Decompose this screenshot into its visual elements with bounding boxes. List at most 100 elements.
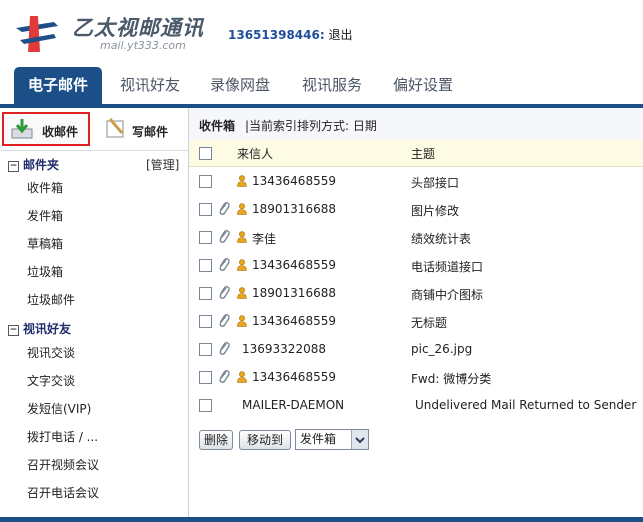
mail-subject[interactable]: pic_26.jpg xyxy=(411,342,472,356)
mail-subject[interactable]: 商铺中介图标 xyxy=(411,286,483,303)
tab-video-service[interactable]: 视讯服务 xyxy=(292,67,372,104)
receive-mail-icon xyxy=(11,119,33,139)
main-tabs: 电子邮件 视讯好友 录像网盘 视讯服务 偏好设置 xyxy=(0,62,643,108)
logo-title: 乙太视邮通讯 xyxy=(72,16,204,40)
user-area: 13651398446: 退出 xyxy=(228,26,353,43)
mail-subject[interactable]: 图片修改 xyxy=(411,202,459,219)
mail-row[interactable]: 13436468559 头部接口 xyxy=(189,167,643,195)
sidebar-item-video-conference[interactable]: 召开视频会议 xyxy=(27,456,99,473)
row-checkbox[interactable] xyxy=(199,371,212,384)
column-header: 来信人 主题 xyxy=(189,140,643,167)
mail-subject[interactable]: 绩效统计表 xyxy=(411,230,471,247)
sidebar-item-call[interactable]: 拨打电话 / ... xyxy=(27,428,98,445)
delete-button[interactable]: 删除 xyxy=(199,430,233,450)
chevron-down-icon xyxy=(351,430,368,449)
compose-mail-button[interactable]: 写邮件 xyxy=(96,114,184,144)
mail-row[interactable]: 13436468559 无标题 xyxy=(189,307,643,335)
receive-mail-button[interactable]: 收邮件 xyxy=(2,112,90,146)
mail-subject[interactable]: 电话频道接口 xyxy=(411,258,483,275)
mail-subject[interactable]: Undelivered Mail Returned to Sender xyxy=(415,398,636,412)
user-phone: 13651398446: xyxy=(228,28,325,42)
mail-row[interactable]: 13693322088 pic_26.jpg xyxy=(189,335,643,363)
contact-icon xyxy=(237,259,247,271)
row-checkbox[interactable] xyxy=(199,399,212,412)
friends-header[interactable]: − 视讯好友 xyxy=(8,320,71,337)
sidebar-actions: 收邮件 写邮件 xyxy=(0,108,188,151)
contact-icon xyxy=(237,203,247,215)
mail-list-panel: 收件箱 |当前索引排列方式: 日期 来信人 主题 13436468559 头部接口… xyxy=(189,108,643,522)
attachment-icon xyxy=(218,257,230,273)
mail-subject[interactable]: Fwd: 微博分类 xyxy=(411,370,491,387)
collapse-icon: − xyxy=(8,161,19,172)
mail-row[interactable]: 13436468559 电话频道接口 xyxy=(189,251,643,279)
logout-link[interactable]: 退出 xyxy=(328,28,352,42)
attachment-icon xyxy=(218,341,230,357)
column-from: 来信人 xyxy=(237,147,274,161)
move-target-select[interactable]: 发件箱 xyxy=(295,429,369,450)
row-checkbox[interactable] xyxy=(199,287,212,300)
friends-header-label: 视讯好友 xyxy=(23,322,72,336)
receive-mail-label: 收邮件 xyxy=(42,125,79,139)
row-checkbox[interactable] xyxy=(199,259,212,272)
row-checkbox[interactable] xyxy=(199,175,212,188)
sidebar-item-spam[interactable]: 垃圾邮件 xyxy=(27,291,75,308)
header: 乙太视邮通讯 mail.yt333.com 13651398446: 退出 xyxy=(0,0,643,62)
row-checkbox[interactable] xyxy=(199,343,212,356)
attachment-icon xyxy=(218,201,230,217)
mail-row[interactable]: 李佳 绩效统计表 xyxy=(189,223,643,251)
folders-header-label: 邮件夹 xyxy=(23,158,60,172)
contact-icon xyxy=(237,231,247,243)
move-to-button[interactable]: 移动到 xyxy=(239,430,291,450)
tab-preferences[interactable]: 偏好设置 xyxy=(382,67,464,104)
bottom-bar xyxy=(0,517,643,522)
tab-video-friends[interactable]: 视讯好友 xyxy=(110,67,190,104)
select-all-checkbox[interactable] xyxy=(199,147,212,160)
mail-sender[interactable]: 13693322088 xyxy=(242,342,326,356)
manage-folders-link[interactable]: [管理] xyxy=(146,156,179,173)
mail-sender[interactable]: 13436468559 xyxy=(252,314,336,328)
contact-icon xyxy=(237,371,247,383)
mail-list-header: 收件箱 |当前索引排列方式: 日期 xyxy=(189,108,643,141)
compose-mail-label: 写邮件 xyxy=(132,125,169,139)
collapse-icon: − xyxy=(8,325,19,336)
contact-icon xyxy=(237,175,247,187)
row-checkbox[interactable] xyxy=(199,231,212,244)
row-checkbox[interactable] xyxy=(199,203,212,216)
tab-email[interactable]: 电子邮件 xyxy=(14,67,102,104)
sidebar-item-sms[interactable]: 发短信(VIP) xyxy=(27,400,91,417)
sort-info: |当前索引排列方式: 日期 xyxy=(245,119,377,133)
attachment-icon xyxy=(218,229,230,245)
mail-row[interactable]: 18901316688 图片修改 xyxy=(189,195,643,223)
sidebar-item-video-chat[interactable]: 视讯交谈 xyxy=(27,344,75,361)
attachment-icon xyxy=(218,369,230,385)
row-checkbox[interactable] xyxy=(199,315,212,328)
mail-row[interactable]: MAILER-DAEMON Undelivered Mail Returned t… xyxy=(189,391,643,419)
mail-sender[interactable]: 李佳 xyxy=(252,230,276,247)
contact-icon xyxy=(237,315,247,327)
mail-row[interactable]: 13436468559 Fwd: 微博分类 xyxy=(189,363,643,391)
mail-subject[interactable]: 头部接口 xyxy=(411,174,459,191)
sidebar: 收邮件 写邮件 − 邮件夹 [管理] 收件箱 发件箱 草稿箱 垃圾箱 垃圾邮件 −… xyxy=(0,108,189,522)
mail-sender[interactable]: 18901316688 xyxy=(252,286,336,300)
compose-mail-icon xyxy=(106,118,124,138)
mail-row[interactable]: 18901316688 商铺中介图标 xyxy=(189,279,643,307)
logo-icon xyxy=(16,16,58,52)
sidebar-item-drafts[interactable]: 草稿箱 xyxy=(27,235,63,252)
sidebar-item-trash[interactable]: 垃圾箱 xyxy=(27,263,63,280)
sidebar-item-sent[interactable]: 发件箱 xyxy=(27,207,63,224)
attachment-icon xyxy=(218,313,230,329)
logo-subtitle: mail.yt333.com xyxy=(100,39,186,52)
mail-sender[interactable]: 13436468559 xyxy=(252,258,336,272)
folders-header[interactable]: − 邮件夹 xyxy=(8,156,59,173)
mail-sender[interactable]: 18901316688 xyxy=(252,202,336,216)
mail-sender[interactable]: 13436468559 xyxy=(252,174,336,188)
sidebar-item-inbox[interactable]: 收件箱 xyxy=(27,179,63,196)
mail-sender[interactable]: MAILER-DAEMON xyxy=(242,398,344,412)
mail-subject[interactable]: 无标题 xyxy=(411,314,447,331)
move-target-value: 发件箱 xyxy=(300,432,337,446)
sidebar-item-phone-conference[interactable]: 召开电话会议 xyxy=(27,484,99,501)
sidebar-item-text-chat[interactable]: 文字交谈 xyxy=(27,372,75,389)
contact-icon xyxy=(237,287,247,299)
tab-video-drive[interactable]: 录像网盘 xyxy=(200,67,280,104)
mail-sender[interactable]: 13436468559 xyxy=(252,370,336,384)
